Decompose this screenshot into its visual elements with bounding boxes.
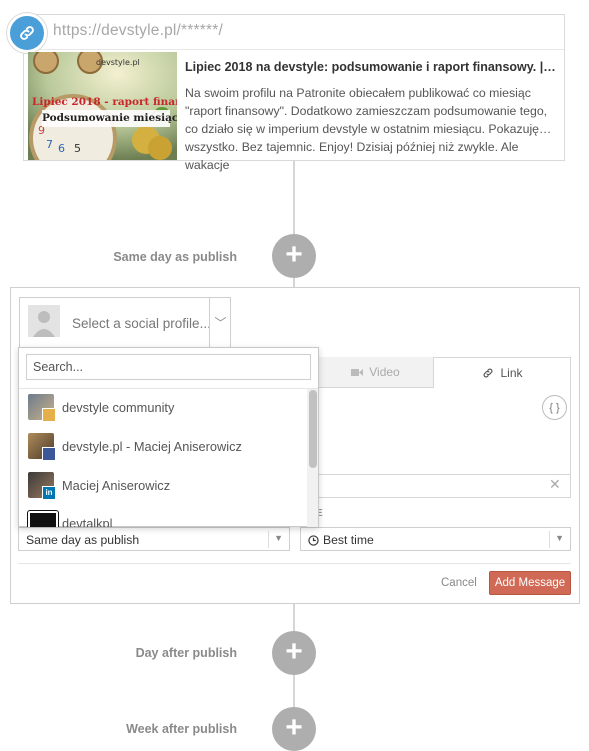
variables-button[interactable]: { } (542, 395, 567, 420)
timeline-label-day-after: Day after publish (135, 646, 237, 660)
caret-down-icon: ▼ (274, 533, 283, 543)
profile-option-name: Maciej Aniserowicz (62, 477, 171, 493)
close-icon[interactable]: ✕ (549, 476, 561, 493)
schedule-time-value-wrap: Best time (308, 533, 374, 547)
card-divider (24, 49, 564, 50)
schedule-day-select[interactable]: Same day as publish ▼ (18, 527, 290, 551)
schedule-time-select[interactable]: Best time ▼ (300, 527, 571, 551)
timeline-label-week-after: Week after publish (126, 722, 237, 736)
cancel-button[interactable]: Cancel (441, 577, 477, 589)
chevron-down-icon[interactable]: ﹀ (209, 297, 231, 348)
link-icon (484, 368, 493, 377)
link-icon[interactable] (7, 13, 47, 53)
facebook-page-icon (42, 447, 56, 461)
profile-option[interactable]: devtalkpl (19, 505, 307, 527)
plus-icon: + (285, 238, 303, 271)
default-avatar-icon (28, 305, 60, 337)
tab-link-label: Link (500, 365, 523, 380)
select-separator (549, 531, 550, 548)
thumbnail-line2: Podsumowanie miesiąca (42, 110, 177, 127)
link-description: Na swoim profilu na Patronite obiecałem … (185, 86, 552, 172)
select-separator (268, 531, 269, 548)
schedule-time-value: Best time (323, 533, 374, 547)
linkedin-icon: in (42, 486, 56, 500)
caret-down-icon: ▼ (555, 533, 564, 543)
svg-text:5: 5 (74, 142, 81, 155)
tab-video[interactable]: Video (318, 357, 434, 388)
dropdown-scrollbar-thumb[interactable] (309, 390, 317, 468)
social-profile-placeholder: Select a social profile... (72, 316, 211, 331)
tab-video-label: Video (369, 365, 400, 379)
timeline-label-same-day: Same day as publish (113, 250, 237, 264)
profile-option-name: devtalkpl (62, 516, 113, 527)
svg-text:6: 6 (58, 142, 65, 155)
profile-option[interactable]: devstyle community (19, 388, 307, 426)
clock-icon (308, 534, 319, 546)
plus-icon: + (285, 711, 303, 744)
profile-option-name: devstyle community (62, 399, 175, 415)
profile-search-input[interactable]: Search... (26, 354, 311, 380)
profile-option[interactable]: devstyle.pl - Maciej Aniserowicz (19, 427, 307, 465)
link-thumbnail: 9 6 5 7 devstyle.pl Lipiec 2018 - raport… (28, 52, 177, 160)
link-title: Lipiec 2018 na devstyle: podsumowanie i … (185, 60, 559, 74)
facebook-group-icon (42, 408, 56, 422)
thumbnail-logo: devstyle.pl (96, 58, 140, 67)
avatar (28, 511, 58, 527)
plus-icon: + (285, 635, 303, 668)
panel-divider (18, 563, 571, 564)
thumbnail-line1: Lipiec 2018 - raport finansowy (32, 96, 177, 108)
link-input[interactable] (318, 474, 571, 498)
link-url: https://devstyle.pl/******/ (53, 22, 223, 39)
profile-option-name: devstyle.pl - Maciej Aniserowicz (62, 438, 242, 454)
svg-text:7: 7 (46, 138, 53, 151)
schedule-day-value: Same day as publish (26, 533, 140, 547)
add-message-button[interactable]: Add Message (489, 571, 571, 595)
profile-option[interactable]: in Maciej Aniserowicz (19, 466, 307, 504)
add-node-button[interactable]: + (272, 631, 316, 675)
add-node-button[interactable]: + (272, 707, 316, 751)
video-icon (351, 368, 364, 376)
add-node-button[interactable]: + (272, 234, 316, 278)
tab-link[interactable]: Link (434, 357, 571, 388)
chain-icon (20, 26, 34, 40)
